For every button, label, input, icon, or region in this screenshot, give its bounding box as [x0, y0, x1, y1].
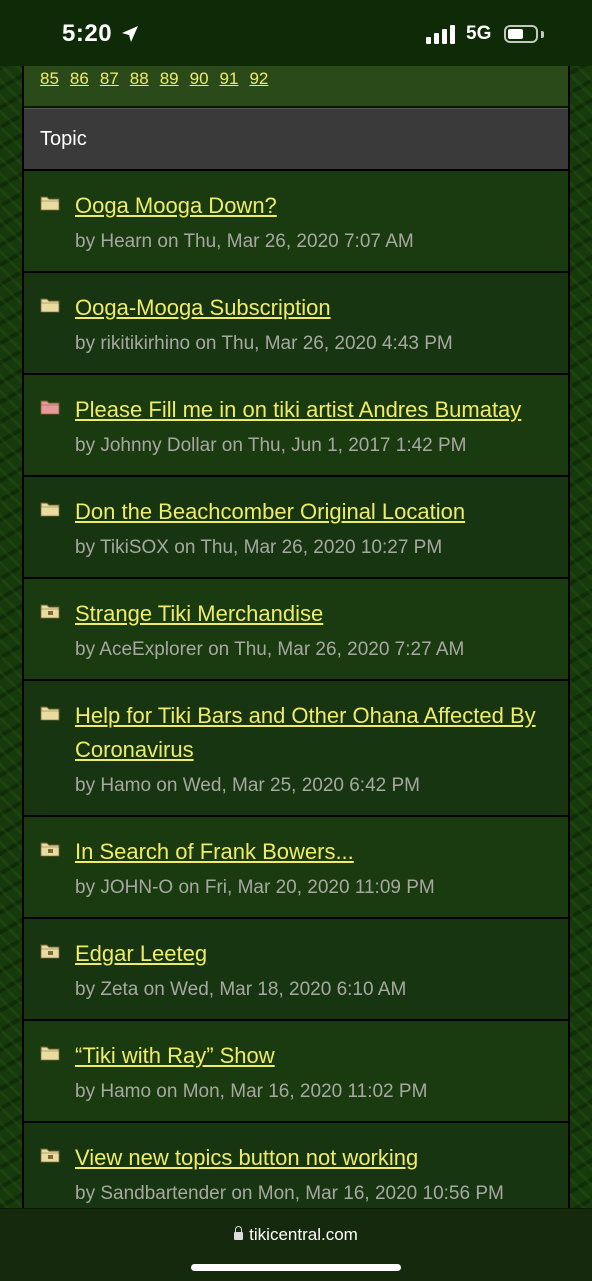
topic-meta: by AceExplorer on Thu, Mar 26, 2020 7:27… [75, 639, 465, 660]
pagination: 85 86 87 88 89 90 91 92 [24, 66, 568, 108]
topic-row: Strange Tiki Merchandise by AceExplorer o… [24, 579, 568, 681]
topic-meta: by Sandbartender on Mon, Mar 16, 2020 10… [75, 1183, 504, 1204]
battery-icon [504, 25, 538, 43]
status-time: 5:20 [62, 20, 113, 47]
forum-column: 85 86 87 88 89 90 91 92 Topic Ooga Mooga Down? b… [22, 66, 570, 1208]
page-link[interactable]: 85 [40, 66, 59, 92]
page-link[interactable]: 90 [190, 66, 209, 92]
battery-nub [541, 31, 544, 38]
topic-meta: by JOHN-O on Fri, Mar 20, 2020 11:09 PM [75, 877, 435, 898]
folder-icon [40, 706, 60, 721]
topic-link[interactable]: Ooga Mooga Down? [75, 189, 552, 223]
topic-row: Edgar Leeteg by Zeta on Wed, Mar 18, 2020… [24, 919, 568, 1021]
status-bar: 5:20 5G [0, 0, 592, 66]
topic-meta: by Johnny Dollar on Thu, Jun 1, 2017 1:4… [75, 435, 467, 456]
folder-posted-icon [40, 604, 60, 619]
page-link[interactable]: 89 [160, 66, 179, 92]
topic-row: Please Fill me in on tiki artist Andres … [24, 375, 568, 477]
browser-address-bar[interactable]: tikicentral.com [0, 1208, 592, 1281]
topic-link[interactable]: Help for Tiki Bars and Other Ohana Affec… [75, 699, 552, 767]
folder-icon [40, 1046, 60, 1061]
folder-icon [40, 196, 60, 211]
folder-posted-icon [40, 1148, 60, 1163]
topic-meta: by Hamo on Mon, Mar 16, 2020 11:02 PM [75, 1081, 428, 1102]
topic-link[interactable]: In Search of Frank Bowers... [75, 835, 552, 869]
cellular-signal-icon [426, 25, 455, 44]
location-arrow-icon [122, 26, 138, 42]
topic-meta: by TikiSOX on Thu, Mar 26, 2020 10:27 PM [75, 537, 443, 558]
home-indicator[interactable] [191, 1264, 401, 1271]
topic-link[interactable]: Strange Tiki Merchandise [75, 597, 552, 631]
topic-link[interactable]: Ooga-Mooga Subscription [75, 291, 552, 325]
folder-posted-icon [40, 842, 60, 857]
topic-row: Ooga-Mooga Subscription by rikitikirhino … [24, 273, 568, 375]
topic-link[interactable]: View new topics button not working [75, 1141, 552, 1175]
folder-posted-icon [40, 944, 60, 959]
page-link[interactable]: 88 [130, 66, 149, 92]
folder-icon [40, 298, 60, 313]
topic-link[interactable]: “Tiki with Ray” Show [75, 1039, 552, 1073]
folder-hot-icon [40, 400, 60, 415]
topic-meta: by Hamo on Wed, Mar 25, 2020 6:42 PM [75, 775, 420, 796]
topic-link[interactable]: Don the Beachcomber Original Location [75, 495, 552, 529]
page-link[interactable]: 86 [70, 66, 89, 92]
topic-link[interactable]: Please Fill me in on tiki artist Andres … [75, 393, 552, 427]
page-link[interactable]: 91 [220, 66, 239, 92]
page-link[interactable]: 92 [249, 66, 268, 92]
lock-icon [234, 1226, 244, 1240]
topic-column-header: Topic [24, 108, 568, 171]
topic-row: View new topics button not working by San… [24, 1123, 568, 1208]
topic-link[interactable]: Edgar Leeteg [75, 937, 552, 971]
topic-meta: by rikitikirhino on Thu, Mar 26, 2020 4:… [75, 333, 453, 354]
network-type: 5G [466, 23, 492, 44]
url-text: tikicentral.com [249, 1225, 358, 1244]
address-text[interactable]: tikicentral.com [0, 1225, 592, 1245]
topic-row: In Search of Frank Bowers... by JOHN-O on… [24, 817, 568, 919]
topic-meta: by Zeta on Wed, Mar 18, 2020 6:10 AM [75, 979, 407, 1000]
topic-meta: by Hearn on Thu, Mar 26, 2020 7:07 AM [75, 231, 414, 252]
folder-icon [40, 502, 60, 517]
page-link[interactable]: 87 [100, 66, 119, 92]
topic-row: “Tiki with Ray” Show by Hamo on Mon, Mar … [24, 1021, 568, 1123]
topic-row: Help for Tiki Bars and Other Ohana Affec… [24, 681, 568, 817]
topic-list: Ooga Mooga Down? by Hearn on Thu, Mar 26,… [24, 171, 568, 1208]
topic-row: Don the Beachcomber Original Location by … [24, 477, 568, 579]
topic-row: Ooga Mooga Down? by Hearn on Thu, Mar 26,… [24, 171, 568, 273]
